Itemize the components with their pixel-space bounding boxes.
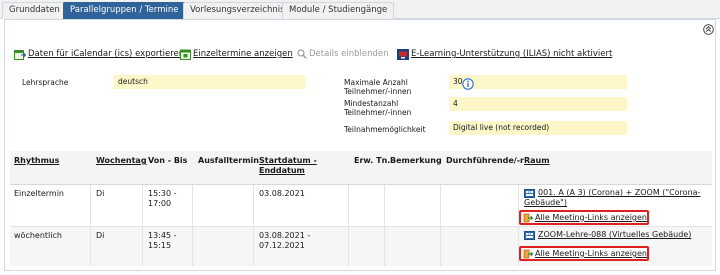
max-participants-label: Maximale Anzahl Teilnehmer/-innen (344, 78, 412, 96)
tab-vorlesungsverzeichnis[interactable]: Vorlesungsverzeichnis (183, 2, 292, 19)
cell-date-end: 07.12.2021 (259, 241, 305, 250)
room-link-continued[interactable]: Gebäude") (524, 198, 567, 208)
header-erw-tn: Erw. Tn. (354, 156, 391, 165)
room-link[interactable]: 001. A (A 3) (Corona) + ZOOM ("Corona- (538, 188, 700, 198)
info-icon[interactable] (462, 78, 474, 90)
language-value: deutsch (114, 75, 305, 89)
collapse-icon[interactable] (703, 24, 714, 35)
min-participants-label: Mindestanzahl Teilnehmer/-innen (344, 99, 412, 117)
room-building-icon (524, 231, 535, 240)
header-wochentag[interactable]: Wochentag (96, 156, 147, 166)
cell-time-start: 13:45 - (148, 231, 177, 240)
language-label: Lehrsprache (22, 78, 69, 87)
table-header: Rhythmus Wochentag Von - Bis Ausfallterm… (10, 151, 712, 185)
ical-export-link[interactable]: Daten für iCalendar (ics) exportieren (14, 47, 184, 61)
meeting-links-label: Alle Meeting-Links anzeigen (534, 249, 647, 258)
max-participants-value: 30 (449, 75, 627, 89)
details-label: Details einblenden (309, 49, 389, 59)
header-bemerkung: Bemerkung (390, 156, 442, 165)
cell-date-start: 03.08.2021 (259, 189, 305, 198)
header-ausfalltermin: Ausfalltermin (198, 156, 259, 165)
single-dates-label: Einzeltermine anzeigen (193, 49, 293, 59)
tab-module-studiengaenge[interactable]: Module / Studiengänge (282, 2, 395, 19)
tab-parallelgruppen-termine[interactable]: Parallelgruppen / Termine (63, 2, 186, 19)
header-raum[interactable]: Raum (524, 156, 550, 166)
cell-time-end: 15:15 (148, 241, 172, 250)
calendar-export-icon (14, 49, 26, 60)
appointments-table: Rhythmus Wochentag Von - Bis Ausfallterm… (10, 151, 712, 268)
meeting-links-label: Alle Meeting-Links anzeigen (534, 213, 647, 222)
elearning-label: E-Learning-Unterstützung (ILIAS) nicht a… (411, 49, 613, 59)
calendar-icon (180, 49, 191, 60)
cell-weekday: Di (96, 231, 105, 240)
ical-export-label: Daten für iCalendar (ics) exportieren (28, 49, 185, 59)
details-link: Details einblenden (297, 47, 389, 61)
header-durchfuehrende: Durchführende/-r (446, 156, 524, 165)
table-row: wöchentlich Di 13:45 - 15:15 03.08.2021 … (10, 227, 712, 266)
cell-time-end: 17:00 (148, 199, 172, 208)
elearning-icon (397, 48, 409, 60)
table-row: Einzeltermin Di 15:30 - 17:00 03.08.2021… (10, 185, 712, 227)
magnifier-icon (297, 49, 307, 59)
participation-mode-value: Digital live (not recorded) (449, 121, 627, 135)
cell-weekday: Di (96, 189, 105, 198)
header-von-bis: Von - Bis (148, 156, 188, 165)
tab-bar: Grunddaten Parallelgruppen / Termine Vor… (0, 0, 720, 19)
tab-grunddaten[interactable]: Grunddaten (2, 2, 67, 19)
header-rhythmus[interactable]: Rhythmus (14, 156, 59, 166)
single-dates-link[interactable]: Einzeltermine anzeigen (180, 47, 293, 61)
participation-mode-label: Teilnahmemöglichkeit (344, 125, 426, 134)
meeting-links-button[interactable]: Alle Meeting-Links anzeigen (519, 210, 649, 225)
meeting-links-button[interactable]: Alle Meeting-Links anzeigen (519, 246, 649, 261)
cell-rhythm: wöchentlich (14, 231, 62, 240)
meeting-door-icon (523, 249, 533, 258)
room-building-icon (524, 189, 535, 198)
room-link[interactable]: ZOOM-Lehre-088 (Virtuelles Gebäude) (538, 230, 691, 240)
cell-time-start: 15:30 - (148, 189, 177, 198)
elearning-link[interactable]: E-Learning-Unterstützung (ILIAS) nicht a… (397, 47, 612, 61)
cell-rhythm: Einzeltermin (14, 189, 64, 198)
cell-date-start: 03.08.2021 - (259, 231, 311, 240)
header-startdatum-enddatum[interactable]: Startdatum - Enddatum (259, 156, 335, 176)
min-participants-value: 4 (449, 97, 627, 111)
meeting-door-icon (523, 213, 533, 222)
